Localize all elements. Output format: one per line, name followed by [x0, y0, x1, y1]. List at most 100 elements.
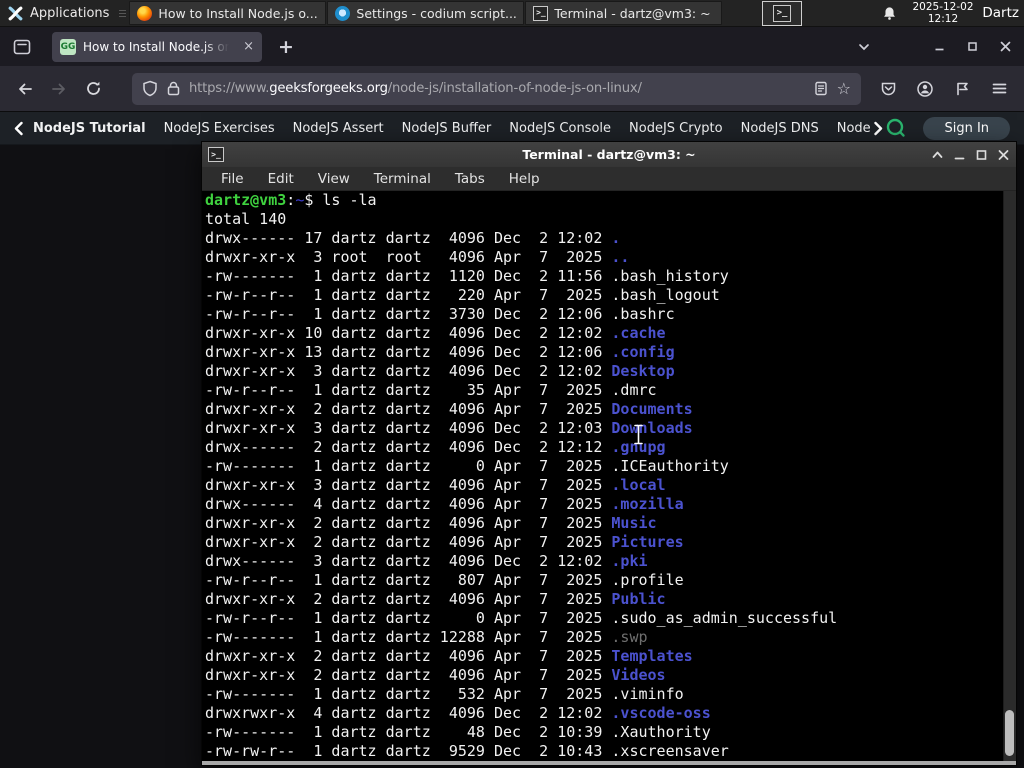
applications-menu-button[interactable]: Applications — [0, 0, 116, 27]
bookmark-star-icon[interactable]: ☆ — [837, 79, 851, 98]
terminal-icon: >_ — [533, 5, 549, 21]
url-path: /node-js/installation-of-node-js-on-linu… — [387, 81, 642, 96]
file-name: .vscode-oss — [611, 704, 711, 722]
list-all-tabs-chevron-icon[interactable] — [857, 40, 871, 54]
terminal-titlebar[interactable]: >_ Terminal - dartz@vm3: ~ — [202, 142, 1016, 167]
sign-in-button[interactable]: Sign In — [923, 116, 1010, 140]
account-icon[interactable] — [910, 74, 940, 104]
close-window-icon[interactable] — [999, 40, 1012, 53]
reader-mode-icon[interactable] — [814, 81, 828, 96]
terminal-listing-line: -rw------- 1 dartz dartz 0 Apr 7 2025 .I… — [205, 457, 1002, 476]
navigation-toolbar: https://www.geeksforgeeks.org/node-js/in… — [0, 66, 1024, 112]
geeksforgeeks-favicon-icon: GG — [60, 38, 76, 55]
window-button-firefox[interactable]: How to Install Node.js o... — [129, 1, 327, 25]
terminal-resize-edge[interactable] — [202, 761, 1016, 765]
file-meta: drwxr-xr-x 10 dartz dartz 4096 Dec 2 12:… — [205, 324, 612, 342]
url-bar[interactable]: https://www.geeksforgeeks.org/node-js/in… — [132, 72, 861, 105]
firefox-icon — [137, 5, 153, 21]
menu-file[interactable]: File — [221, 171, 244, 187]
shade-window-icon[interactable] — [931, 149, 944, 161]
window-button-label: How to Install Node.js o... — [158, 5, 318, 21]
menu-edit[interactable]: Edit — [268, 171, 294, 187]
nav-item[interactable]: NodeJS Crypto — [629, 121, 723, 136]
nav-item[interactable]: NodeJS Exercises — [164, 121, 275, 136]
forward-button[interactable] — [44, 74, 74, 104]
close-terminal-icon[interactable] — [997, 149, 1010, 161]
notification-bell-icon[interactable] — [882, 6, 897, 21]
terminal-scrollbar[interactable] — [1003, 191, 1016, 761]
focused-terminal-launcher[interactable]: >_ — [762, 1, 802, 26]
file-meta: drwx------ 3 dartz dartz 4096 Dec 2 12:0… — [205, 552, 612, 570]
file-meta: drwx------ 17 dartz dartz 4096 Dec 2 12:… — [205, 229, 612, 247]
file-name: .. — [611, 248, 630, 266]
terminal-listing-line: drwxr-xr-x 3 dartz dartz 4096 Dec 2 12:0… — [205, 362, 1002, 381]
nav-item[interactable]: NodeJS DNS — [741, 121, 819, 136]
terminal-listing-line: drwx------ 17 dartz dartz 4096 Dec 2 12:… — [205, 229, 1002, 248]
minimize-window-icon[interactable] — [933, 40, 946, 53]
file-meta: drwxr-xr-x 2 dartz dartz 4096 Apr 7 2025 — [205, 533, 612, 551]
prompt-user-host: dartz@vm3 — [205, 191, 287, 209]
file-name: Public — [611, 590, 666, 608]
file-name: .sudo_as_admin_successful — [611, 609, 838, 627]
terminal-listing-line: -rw-r--r-- 1 dartz dartz 807 Apr 7 2025 … — [205, 571, 1002, 590]
file-name: . — [611, 229, 621, 247]
terminal-titlebar-icon: >_ — [208, 147, 224, 162]
panel-username[interactable]: Dartz — [982, 5, 1019, 21]
applications-label: Applications — [30, 5, 110, 21]
file-name: .bash_history — [611, 267, 729, 285]
reload-button[interactable] — [78, 74, 108, 104]
terminal-icon: >_ — [773, 5, 791, 22]
terminal-window: >_ Terminal - dartz@vm3: ~ File Edit View T… — [201, 141, 1017, 766]
file-name: Templates — [611, 647, 693, 665]
file-name: .local — [611, 476, 666, 494]
menu-help[interactable]: Help — [509, 171, 540, 187]
terminal-prompt-line: dartz@vm3:~$ ls -la — [205, 191, 1002, 210]
maximize-window-icon[interactable] — [966, 40, 979, 53]
save-to-pocket-icon[interactable] — [873, 74, 903, 104]
file-meta: -rw-r--r-- 1 dartz dartz 35 Apr 7 2025 — [205, 381, 612, 399]
firefox-view-icon[interactable] — [12, 37, 32, 57]
terminal-scrollbar-thumb[interactable] — [1005, 710, 1014, 756]
window-button-terminal[interactable]: >_ Terminal - dartz@vm3: ~ — [525, 1, 723, 25]
window-button-label: Settings - codium script... — [356, 5, 517, 21]
maximize-terminal-icon[interactable] — [975, 149, 988, 161]
menu-view[interactable]: View — [318, 171, 350, 187]
terminal-listing-line: -rw------- 1 dartz dartz 12288 Apr 7 202… — [205, 628, 1002, 647]
prompt-separator: : — [286, 191, 296, 209]
nav-scroll-left-chevron-icon[interactable] — [12, 121, 25, 136]
file-meta: drwxr-xr-x 2 dartz dartz 4096 Apr 7 2025 — [205, 647, 612, 665]
window-button-codium[interactable]: Settings - codium script... — [327, 1, 525, 25]
new-tab-button[interactable]: + — [278, 36, 294, 58]
app-menu-hamburger-icon[interactable] — [984, 74, 1014, 104]
window-button-label: Terminal - dartz@vm3: ~ — [554, 5, 711, 21]
menu-tabs[interactable]: Tabs — [455, 171, 485, 187]
prompt-suffix: $ — [304, 191, 323, 209]
terminal-listing-line: -rw------- 1 dartz dartz 532 Apr 7 2025 … — [205, 685, 1002, 704]
terminal-listing-line: drwxr-xr-x 10 dartz dartz 4096 Dec 2 12:… — [205, 324, 1002, 343]
nav-item[interactable]: NodeJS Tutorial — [33, 121, 146, 136]
extensions-icon[interactable] — [947, 74, 977, 104]
search-icon[interactable] — [885, 117, 907, 139]
file-meta: drwxr-xr-x 2 dartz dartz 4096 Apr 7 2025 — [205, 514, 612, 532]
back-button[interactable] — [10, 74, 40, 104]
codium-icon — [335, 5, 351, 21]
panel-clock[interactable]: 2025-12-02 12:12 — [908, 1, 978, 25]
menu-terminal[interactable]: Terminal — [374, 171, 431, 187]
url-domain: geeksforgeeks.org — [269, 81, 388, 96]
tracking-shield-icon[interactable] — [142, 80, 158, 97]
minimize-terminal-icon[interactable] — [953, 149, 966, 161]
tab-close-icon[interactable]: × — [243, 40, 254, 53]
nav-item[interactable]: Node — [837, 121, 871, 136]
file-name: .Xauthority — [611, 723, 711, 741]
nav-item[interactable]: NodeJS Buffer — [402, 121, 492, 136]
gfg-nav-items: NodeJS Tutorial NodeJS Exercises NodeJS As… — [33, 121, 870, 136]
browser-tab[interactable]: GG How to Install Node.js on × — [52, 31, 262, 62]
nav-item[interactable]: NodeJS Console — [509, 121, 611, 136]
terminal-window-buttons — [931, 149, 1010, 161]
nav-scroll-right-chevron-icon[interactable] — [872, 121, 885, 136]
lock-icon[interactable] — [167, 81, 180, 96]
file-meta: drwxr-xr-x 2 dartz dartz 4096 Apr 7 2025 — [205, 666, 612, 684]
file-meta: -rw-r--r-- 1 dartz dartz 0 Apr 7 2025 — [205, 609, 612, 627]
file-meta: drwxr-xr-x 13 dartz dartz 4096 Dec 2 12:… — [205, 343, 612, 361]
nav-item[interactable]: NodeJS Assert — [293, 121, 384, 136]
